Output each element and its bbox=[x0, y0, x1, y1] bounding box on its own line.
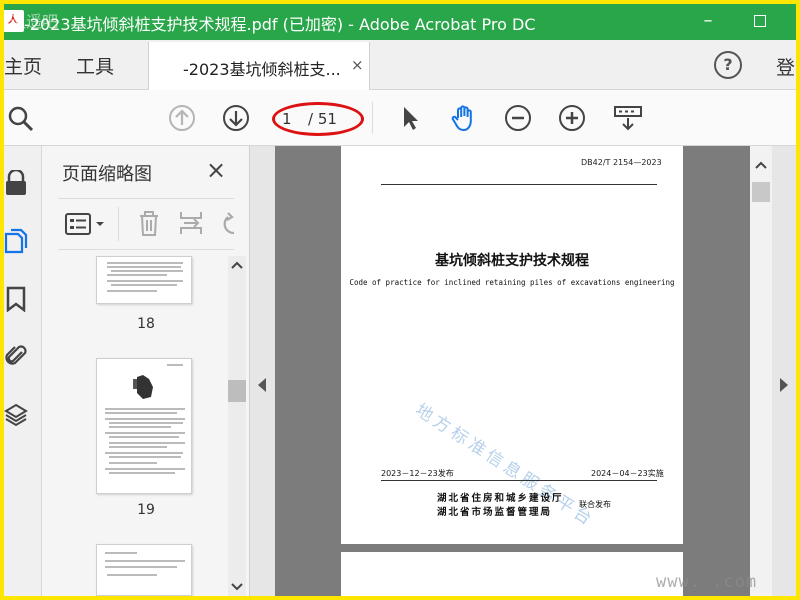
thumbnail-page-19[interactable] bbox=[96, 358, 192, 494]
close-panel-button[interactable]: × bbox=[206, 156, 226, 184]
collapse-left-panel-icon[interactable] bbox=[258, 378, 266, 392]
thumbnail-label: 19 bbox=[137, 502, 155, 518]
issuer-market-supervision: 湖北省市场监督管理局 bbox=[437, 507, 553, 518]
document-title-en: Code of practice for inclined retaining … bbox=[349, 278, 675, 287]
issue-date: 2023－12－23发布 bbox=[381, 469, 454, 478]
hand-tool-icon[interactable] bbox=[450, 104, 478, 132]
scroll-down-icon[interactable] bbox=[231, 582, 243, 592]
sign-in-link[interactable]: 登 bbox=[776, 53, 795, 80]
expand-right-panel-icon[interactable] bbox=[780, 378, 788, 392]
maximize-button[interactable] bbox=[742, 8, 778, 34]
maximize-icon bbox=[754, 15, 766, 27]
tab-bar: 主页 工具 -2023基坑倾斜桩支... × ? 登 bbox=[4, 40, 796, 90]
page-canvas: DB42/T 2154—2023 基坑倾斜桩支护技术规程 Code of pra… bbox=[275, 146, 750, 596]
scroll-up-icon[interactable] bbox=[755, 160, 767, 170]
previous-page-icon[interactable] bbox=[168, 104, 196, 132]
page-thumbnails-icon[interactable] bbox=[4, 228, 28, 254]
tool-divider bbox=[118, 207, 119, 241]
site-watermark: www. .com bbox=[656, 572, 758, 592]
thumbnail-options-icon[interactable] bbox=[64, 211, 108, 237]
scroll-up-icon[interactable] bbox=[231, 260, 243, 270]
help-icon[interactable]: ? bbox=[714, 51, 742, 79]
header-rule bbox=[381, 184, 657, 185]
zoom-out-icon[interactable] bbox=[504, 104, 532, 132]
tab-home[interactable]: 主页 bbox=[4, 52, 42, 79]
thumbnail-page-18[interactable] bbox=[96, 256, 192, 304]
document-view[interactable]: DB42/T 2154—2023 基坑倾斜桩支护技术规程 Code of pra… bbox=[250, 146, 796, 596]
tab-tools[interactable]: 工具 bbox=[76, 52, 114, 79]
thumbnail-toolbar bbox=[58, 198, 235, 250]
thumbnails-scrollbar[interactable] bbox=[228, 256, 246, 596]
fit-page-icon[interactable] bbox=[612, 104, 644, 132]
toolbar-divider bbox=[372, 102, 373, 134]
issuer-housing-department: 湖北省住房和城乡建设厅 bbox=[437, 493, 564, 504]
navigation-rail bbox=[4, 146, 42, 596]
rotate-page-icon[interactable] bbox=[216, 209, 238, 237]
footer-rule bbox=[381, 480, 657, 481]
thumbnail-content bbox=[105, 552, 185, 576]
pdf-page-2 bbox=[341, 552, 683, 596]
tab-document[interactable]: -2023基坑倾斜桩支... × bbox=[148, 42, 370, 90]
search-icon[interactable] bbox=[6, 104, 34, 132]
delete-page-icon[interactable] bbox=[136, 209, 162, 237]
document-scrollbar[interactable] bbox=[750, 146, 772, 596]
close-tab-button[interactable]: × bbox=[351, 56, 364, 74]
title-bar: 人 逍遥吧 -2023基坑倾斜桩支护技术规程.pdf (已加密) - Adobe… bbox=[4, 4, 796, 40]
joint-release: 联合发布 bbox=[579, 500, 611, 509]
window-title: -2023基坑倾斜桩支护技术规程.pdf (已加密) - Adobe Acrob… bbox=[24, 15, 536, 34]
toolbar: 1/ 51 bbox=[4, 90, 796, 146]
select-arrow-icon[interactable] bbox=[396, 104, 424, 132]
implement-date: 2024－04－23实施 bbox=[591, 469, 664, 478]
document-title-cn: 基坑倾斜桩支护技术规程 bbox=[435, 253, 589, 269]
standard-number: DB42/T 2154—2023 bbox=[581, 158, 662, 167]
next-page-icon[interactable] bbox=[222, 104, 250, 132]
thumbnail-content bbox=[105, 364, 185, 474]
thumbnail-page-20[interactable] bbox=[96, 544, 192, 596]
thumbnails-panel: 页面缩略图 × 18 19 bbox=[42, 146, 250, 596]
scrollbar-thumb[interactable] bbox=[752, 182, 770, 202]
layers-icon[interactable] bbox=[4, 402, 28, 428]
document-tab-label: -2023基坑倾斜桩支... bbox=[183, 60, 341, 79]
scrollbar-thumb[interactable] bbox=[228, 380, 246, 402]
minimize-button[interactable]: – bbox=[690, 8, 726, 34]
thumbnail-label: 18 bbox=[137, 316, 155, 332]
acrobat-window: 人 逍遥吧 -2023基坑倾斜桩支护技术规程.pdf (已加密) - Adobe… bbox=[4, 4, 796, 596]
highlight-annotation bbox=[272, 102, 364, 136]
panel-title: 页面缩略图 bbox=[62, 164, 152, 185]
zoom-in-icon[interactable] bbox=[558, 104, 586, 132]
pdf-page-1: DB42/T 2154—2023 基坑倾斜桩支护技术规程 Code of pra… bbox=[341, 146, 683, 544]
lock-icon[interactable] bbox=[4, 170, 28, 196]
thumbnail-content bbox=[107, 262, 183, 292]
extract-page-icon[interactable] bbox=[178, 209, 204, 237]
attachment-icon[interactable] bbox=[4, 342, 28, 368]
bookmark-icon[interactable] bbox=[4, 286, 28, 312]
